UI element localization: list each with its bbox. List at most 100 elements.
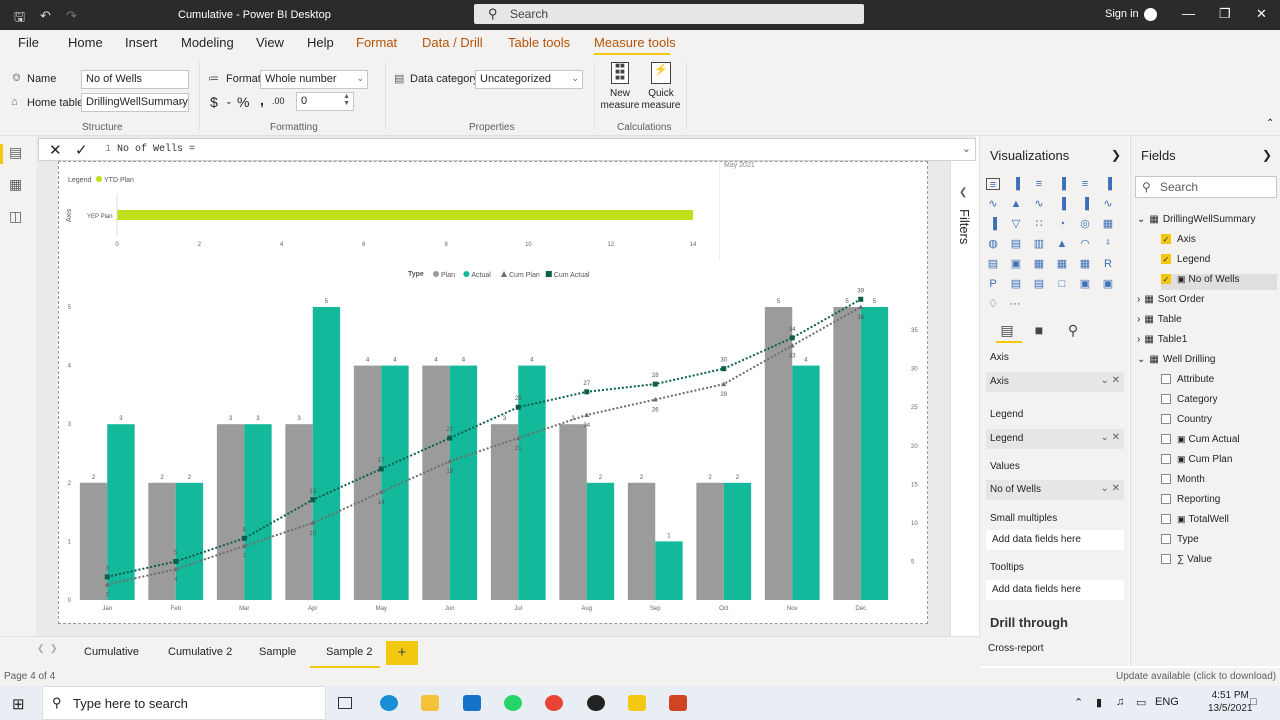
field-table-2[interactable]: › ▦ Table bbox=[1137, 314, 1182, 330]
volume-icon[interactable]: ♫ bbox=[1116, 696, 1124, 708]
restore-icon[interactable]: ❐ bbox=[1219, 6, 1231, 22]
table-icon[interactable]: ▦ bbox=[1055, 258, 1069, 270]
field-table-4[interactable]: ⌄ ▦ Well Drilling bbox=[1137, 354, 1215, 370]
decomposition-tree-icon[interactable]: ▤ bbox=[1032, 278, 1046, 290]
chevron-left-icon[interactable]: ❮ bbox=[959, 187, 967, 198]
chevron-down-close-icon[interactable]: ⌄ ✕ bbox=[1100, 375, 1120, 386]
power-bi-icon[interactable] bbox=[628, 695, 646, 711]
minimize-icon[interactable]: — bbox=[1182, 6, 1195, 21]
tray-chevron-icon[interactable]: ⌃ bbox=[1074, 696, 1083, 709]
scatter-icon[interactable]: ∷ bbox=[1032, 218, 1046, 230]
menu-view[interactable]: View bbox=[256, 35, 284, 50]
undo-icon[interactable]: ↶ bbox=[40, 8, 51, 24]
field-item[interactable]: Category bbox=[1161, 394, 1218, 410]
multi-row-card-icon[interactable]: ▤ bbox=[986, 258, 1000, 270]
kpi-icon[interactable]: ▣ bbox=[1009, 258, 1023, 270]
decimals-icon[interactable]: .00 bbox=[272, 96, 285, 106]
tab-sample-2[interactable]: Sample 2 bbox=[326, 646, 372, 658]
menu-format[interactable]: Format bbox=[356, 35, 397, 50]
title-search-box[interactable]: ⚲ Search bbox=[474, 4, 864, 24]
values-well[interactable]: No of Wells ⌄ ✕ bbox=[986, 480, 1124, 500]
donut-icon[interactable]: ◎ bbox=[1078, 218, 1092, 230]
sign-in-link[interactable]: Sign in bbox=[1105, 8, 1139, 20]
field-item[interactable]: Reporting bbox=[1161, 494, 1220, 510]
gauge-icon[interactable]: ◠ bbox=[1078, 238, 1092, 250]
checkbox[interactable] bbox=[1161, 514, 1171, 525]
file-explorer-icon[interactable] bbox=[421, 695, 439, 711]
field-item[interactable]: Attribute bbox=[1161, 374, 1214, 390]
line-icon[interactable]: ∿ bbox=[986, 198, 1000, 210]
mail-icon[interactable] bbox=[463, 695, 481, 711]
menu-data-drill[interactable]: Data / Drill bbox=[422, 35, 483, 50]
analytics-tab-icon[interactable]: ⚲ bbox=[1066, 323, 1080, 337]
cancel-formula-icon[interactable]: ✕ bbox=[49, 141, 62, 159]
decimals-input[interactable]: 0 ▲ ▼ bbox=[296, 92, 354, 111]
legend-well[interactable]: Legend ⌄ ✕ bbox=[986, 429, 1124, 449]
axis-well[interactable]: Axis ⌄ ✕ bbox=[986, 372, 1124, 392]
formula-text[interactable]: No of Wells = bbox=[117, 144, 195, 155]
filters-pane-collapsed[interactable]: ❮ Filters bbox=[950, 161, 978, 636]
formula-bar[interactable]: ✕ ✓ 1 No of Wells = ⌄ bbox=[38, 138, 976, 161]
field-item[interactable]: Month bbox=[1161, 474, 1205, 490]
waterfall-icon[interactable]: ▐ bbox=[986, 218, 1000, 230]
azure-map-icon[interactable]: ▲ bbox=[1055, 238, 1069, 250]
stacked-column-icon[interactable]: ▐ bbox=[1009, 178, 1023, 190]
avatar[interactable] bbox=[1144, 8, 1157, 21]
clustered-column-icon[interactable]: ▐ bbox=[1055, 178, 1069, 190]
menu-file[interactable]: File bbox=[18, 35, 39, 50]
small-multiples-drop[interactable]: Add data fields here bbox=[986, 530, 1124, 550]
checkbox[interactable] bbox=[1161, 394, 1171, 405]
line-stacked-column-icon[interactable]: ▐ bbox=[1078, 198, 1092, 210]
menu-insert[interactable]: Insert bbox=[125, 35, 158, 50]
spinner-icon[interactable]: ▲ ▼ bbox=[343, 93, 350, 107]
field-item[interactable]: ✓ Axis bbox=[1161, 234, 1196, 250]
card-icon[interactable]: ¹ bbox=[1101, 238, 1115, 250]
task-view-icon[interactable] bbox=[338, 697, 352, 709]
checkbox[interactable] bbox=[1161, 374, 1171, 385]
battery-icon[interactable]: ▭ bbox=[1136, 696, 1146, 709]
paginated-icon[interactable]: ▣ bbox=[1101, 278, 1115, 290]
data-view-icon[interactable]: ▦ bbox=[9, 176, 22, 193]
clock[interactable]: 4:51 PM 13/5/2021 bbox=[1208, 689, 1253, 715]
currency-button[interactable]: $ bbox=[210, 94, 218, 110]
field-item[interactable]: ∑ Value bbox=[1161, 554, 1212, 570]
model-view-icon[interactable]: ◫ bbox=[9, 208, 22, 225]
data-category-select[interactable]: Uncategorized ⌄ bbox=[475, 70, 583, 89]
combo-chart[interactable]: Type Plan Actual Cum Plan Cum Actual 0123455… bbox=[63, 262, 921, 618]
pie-icon[interactable]: ◔ bbox=[1055, 218, 1069, 230]
chrome-icon[interactable] bbox=[545, 695, 563, 711]
format-select[interactable]: Whole number ⌄ bbox=[260, 70, 368, 89]
checkbox[interactable]: ✓ bbox=[1161, 234, 1171, 245]
area-icon[interactable]: ▲ bbox=[1009, 198, 1023, 210]
date-slicer[interactable]: May 2021 bbox=[719, 162, 919, 260]
notifications-icon[interactable]: □ bbox=[1250, 696, 1257, 708]
field-item[interactable]: Country bbox=[1161, 414, 1212, 430]
map-icon[interactable]: ◍ bbox=[986, 238, 1000, 250]
stacked-bar-icon[interactable]: ≡ bbox=[986, 178, 1000, 191]
chevron-down-close-icon[interactable]: ⌄ ✕ bbox=[1100, 432, 1120, 443]
comma-button[interactable]: , bbox=[260, 92, 264, 108]
update-link[interactable]: Update available (click to download) bbox=[1116, 671, 1276, 682]
next-page-icon[interactable]: ❯ bbox=[50, 643, 58, 654]
field-table-3[interactable]: › ▦ Table1 bbox=[1137, 334, 1187, 350]
field-item[interactable]: ▣ TotalWell bbox=[1161, 514, 1229, 530]
checkbox[interactable] bbox=[1161, 414, 1171, 425]
chevron-down-icon[interactable]: ⌄ bbox=[1137, 214, 1145, 225]
format-tab-icon[interactable]: ■ bbox=[1032, 323, 1046, 337]
chevron-right-icon[interactable]: › bbox=[1137, 314, 1140, 325]
quick-measure-button[interactable]: ⚡ Quick measure bbox=[638, 60, 684, 118]
powerpoint-icon[interactable] bbox=[669, 695, 687, 711]
chevron-down-icon[interactable]: ⌄ bbox=[1137, 354, 1145, 365]
chevron-right-icon[interactable]: ❯ bbox=[1111, 148, 1121, 162]
menu-home[interactable]: Home bbox=[68, 35, 103, 50]
taskbar-search[interactable]: ⚲ Type here to search bbox=[42, 686, 326, 720]
shape-map-icon[interactable]: ▥ bbox=[1032, 238, 1046, 250]
filled-map-icon[interactable]: ▤ bbox=[1009, 238, 1023, 250]
chevron-right-icon[interactable]: › bbox=[1137, 334, 1140, 345]
menu-measure-tools[interactable]: Measure tools bbox=[594, 35, 676, 50]
redo-icon[interactable]: ↷ bbox=[66, 8, 77, 24]
chevron-down-close-icon[interactable]: ⌄ ✕ bbox=[1100, 483, 1120, 494]
home-table-select[interactable]: DrillingWellSummary ⌄ bbox=[81, 93, 189, 112]
collapse-ribbon-icon[interactable]: ⌃ bbox=[1266, 118, 1274, 129]
prev-page-icon[interactable]: ❮ bbox=[37, 643, 45, 654]
